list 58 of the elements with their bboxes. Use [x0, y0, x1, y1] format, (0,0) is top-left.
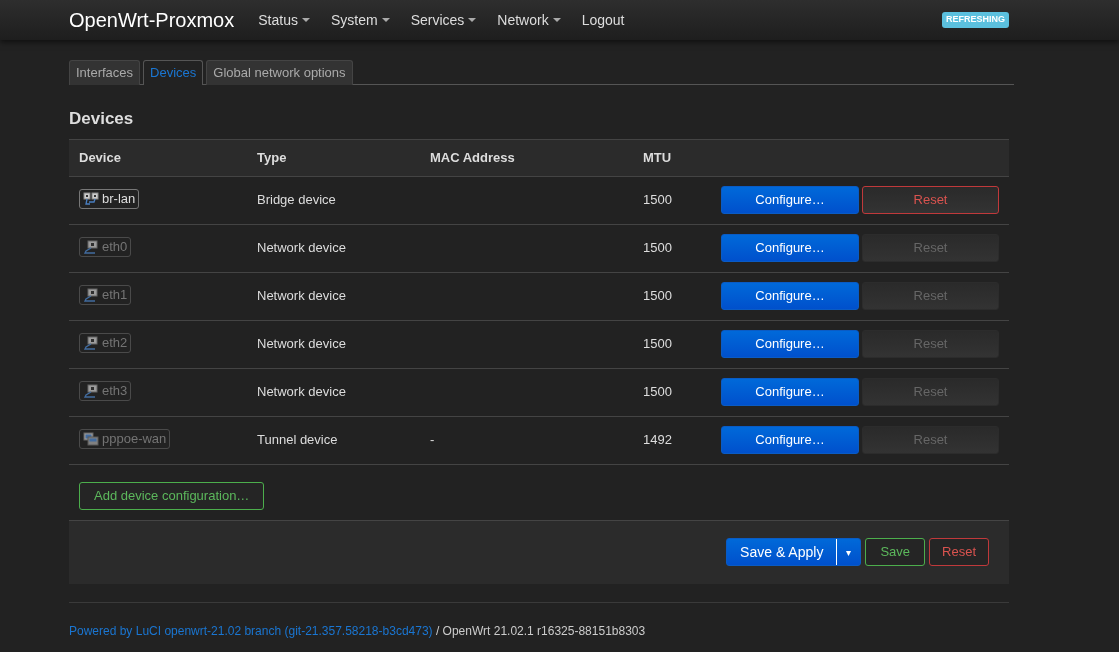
tab[interactable]: Global network options [206, 60, 353, 85]
brand-link[interactable]: OpenWrt-Proxmox [69, 5, 235, 35]
network-port-icon [83, 239, 99, 254]
save-button[interactable]: Save [865, 538, 926, 566]
footer-text: Powered by LuCI openwrt-21.02 branch (git-21.357.58218-b3cd473) / OpenWrt 21.02.1 r16325-88151b8303 [69, 622, 647, 640]
configure-button[interactable]: Configure… [721, 282, 859, 310]
table-cell: 1500 [643, 384, 672, 400]
save-apply-button[interactable]: Save & Apply ▾ [726, 538, 862, 566]
table-cell: Tunnel device [257, 432, 338, 448]
bridge-icon [83, 191, 99, 206]
column-header: MTU [643, 149, 672, 165]
tab[interactable]: Interfaces [69, 60, 141, 85]
table-cell: - [430, 432, 435, 448]
computer-icon [83, 431, 99, 446]
tab[interactable]: Devices [143, 60, 204, 85]
luci-link[interactable]: Powered by LuCI openwrt-21.02 branch (git-21.357.58218-b3cd473) [69, 623, 433, 638]
configure-button[interactable]: Configure… [721, 234, 859, 262]
caret-icon [552, 18, 561, 22]
column-header: Device [79, 149, 121, 165]
column-header: MAC Address [430, 149, 515, 165]
menu-item[interactable]: Status [258, 9, 310, 31]
caret-icon [468, 18, 477, 22]
reset-button[interactable]: Reset [862, 186, 999, 214]
network-port-icon [83, 287, 99, 302]
column-header: Type [257, 149, 287, 165]
configure-button[interactable]: Configure… [721, 378, 859, 406]
network-port-icon [83, 383, 99, 398]
menu-item[interactable]: Logout [581, 9, 625, 31]
device-badge: eth3 [79, 380, 132, 401]
reset-button[interactable]: Reset [929, 538, 989, 566]
add-device-button[interactable]: Add device configuration… [79, 481, 265, 510]
table-cell: Network device [257, 384, 346, 400]
section-title: Devices [69, 108, 135, 130]
menu-item[interactable]: Services [410, 9, 477, 31]
table-cell: 1492 [643, 432, 672, 448]
device-badge: eth2 [79, 332, 132, 353]
menu-item[interactable]: Network [497, 9, 561, 31]
configure-button[interactable]: Configure… [721, 330, 859, 358]
dropdown-toggle[interactable]: ▾ [837, 539, 861, 565]
network-port-icon [83, 335, 99, 350]
caret-icon [381, 18, 390, 22]
table-cell: 1500 [643, 336, 672, 352]
configure-button[interactable]: Configure… [721, 426, 859, 454]
table-cell: 1500 [643, 288, 672, 304]
table-cell: 1500 [643, 192, 672, 208]
menu-item[interactable]: System [330, 9, 390, 31]
caret-icon [301, 18, 310, 22]
table-cell: Bridge device [257, 192, 336, 208]
status-badge: REFRESHING [942, 12, 1009, 28]
device-badge: pppoe-wan [79, 428, 171, 449]
configure-button[interactable]: Configure… [721, 186, 859, 214]
table-cell: 1500 [643, 240, 672, 256]
table-cell: Network device [257, 288, 346, 304]
table-cell: Network device [257, 240, 346, 256]
table-cell: Network device [257, 336, 346, 352]
device-badge: br-lan [79, 188, 140, 209]
device-badge: eth1 [79, 284, 132, 305]
device-badge: eth0 [79, 236, 132, 257]
